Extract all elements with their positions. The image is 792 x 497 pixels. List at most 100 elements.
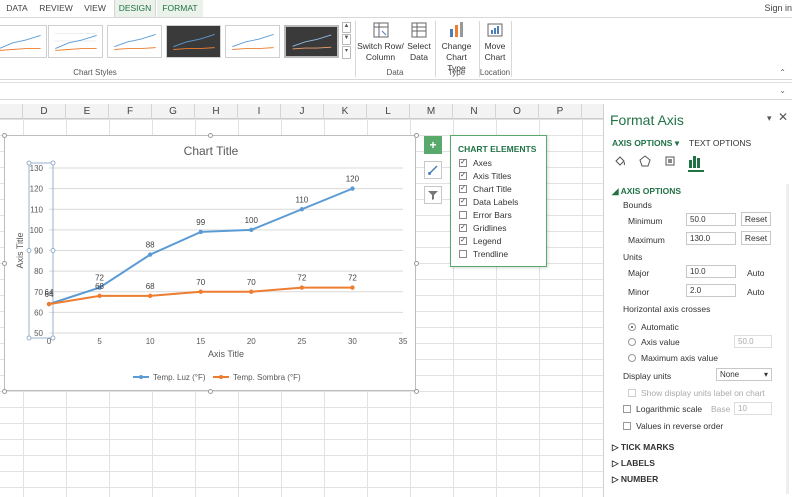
tab-review[interactable]: REVIEW — [36, 0, 76, 17]
checkbox-axis-titles[interactable]: ✓ — [459, 171, 467, 180]
chart-element-axes[interactable]: ✓ Axes — [459, 158, 492, 170]
tab-design[interactable]: DESIGN — [114, 0, 156, 17]
chart-style-thumb-1[interactable] — [0, 25, 47, 58]
resize-handle[interactable] — [2, 261, 7, 266]
radio-button[interactable] — [628, 322, 636, 331]
chart-element-legend[interactable]: ✓ Legend — [459, 236, 501, 248]
chart-element-gridlines[interactable]: ✓ Gridlines — [459, 223, 507, 235]
y-tick-label: 120 — [30, 185, 44, 194]
show-display-units-checkbox[interactable]: Show display units label on chart — [628, 388, 765, 398]
chart-filters-button[interactable] — [424, 186, 442, 204]
radio-axis-value[interactable]: Axis value — [628, 337, 680, 347]
change-chart-type-button[interactable]: Change Chart Type — [436, 21, 477, 74]
resize-handle[interactable] — [2, 389, 7, 394]
column-header-g[interactable]: G — [152, 104, 195, 119]
radio-button[interactable] — [628, 353, 636, 362]
fill-line-icon[interactable] — [614, 155, 626, 167]
column-header-h[interactable]: H — [195, 104, 238, 119]
column-header-l[interactable]: L — [367, 104, 410, 119]
resize-handle[interactable] — [208, 389, 213, 394]
chart-element-data-labels[interactable]: ✓ Data Labels — [459, 197, 518, 209]
reverse-order-checkbox[interactable]: Values in reverse order — [623, 421, 723, 431]
styles-scroll-up-icon[interactable]: ▲ — [342, 22, 351, 33]
column-header-d[interactable]: D — [23, 104, 66, 119]
sign-in-link[interactable]: Sign in — [764, 0, 792, 17]
chart-styles-brush-button[interactable] — [424, 161, 442, 179]
resize-handle[interactable] — [414, 261, 419, 266]
radio-max-axis-value[interactable]: Maximum axis value — [628, 353, 718, 363]
formula-bar[interactable]: ⌄ — [0, 82, 792, 100]
pane-scrollbar[interactable] — [786, 184, 789, 494]
chart-elements-button[interactable]: + — [424, 136, 442, 154]
close-pane-icon[interactable]: ✕ — [778, 110, 788, 124]
resize-handle[interactable] — [208, 133, 213, 138]
styles-scroll-down-icon[interactable]: ▼ — [342, 34, 351, 45]
chart-style-thumb-2[interactable] — [48, 25, 103, 58]
effects-icon[interactable] — [639, 155, 651, 167]
chart-object[interactable]: Chart Title 50 60 70 80 90 100 110 120 130 0 5 10 15 2… — [4, 135, 416, 391]
chart-style-thumb-6[interactable] — [284, 25, 339, 58]
display-units-select[interactable]: None ▾ — [716, 368, 772, 381]
checkbox[interactable] — [623, 404, 631, 413]
column-header-f[interactable]: F — [109, 104, 152, 119]
resize-handle[interactable] — [414, 389, 419, 394]
section-axis-options[interactable]: ◢ AXIS OPTIONS — [612, 186, 681, 197]
size-properties-icon[interactable] — [664, 155, 676, 167]
column-header-e[interactable]: E — [66, 104, 109, 119]
column-header-j[interactable]: J — [281, 104, 324, 119]
radio-automatic[interactable]: Automatic — [628, 322, 679, 332]
log-scale-checkbox[interactable]: Logarithmic scale — [623, 404, 702, 414]
checkbox-gridlines[interactable]: ✓ — [459, 223, 467, 232]
column-header-i[interactable]: I — [238, 104, 281, 119]
resize-handle[interactable] — [414, 133, 419, 138]
checkbox-legend[interactable]: ✓ — [459, 236, 467, 245]
expand-formula-bar-icon[interactable]: ⌄ — [779, 86, 786, 95]
checkbox[interactable] — [628, 388, 636, 397]
column-header-p[interactable]: P — [539, 104, 582, 119]
chart-style-thumb-4[interactable] — [166, 25, 221, 58]
tab-view[interactable]: VIEW — [80, 0, 110, 17]
chart-element-axis-titles[interactable]: ✓ Axis Titles — [459, 171, 511, 183]
tab-data[interactable]: DATA — [0, 0, 34, 17]
chart-element-error-bars[interactable]: Error Bars — [459, 210, 512, 222]
move-chart-button[interactable]: Move Chart — [481, 21, 509, 63]
radio-button[interactable] — [628, 337, 636, 346]
axis-options-bar-chart-icon[interactable] — [688, 154, 702, 168]
checkbox-error-bars[interactable] — [459, 210, 467, 219]
column-header-m[interactable]: M — [410, 104, 453, 119]
column-header-o[interactable]: O — [496, 104, 539, 119]
tab-axis-options[interactable]: AXIS OPTIONS ▾ — [612, 138, 679, 149]
tab-text-options[interactable]: TEXT OPTIONS — [689, 138, 751, 148]
resize-handle[interactable] — [2, 133, 7, 138]
pane-options-dropdown-icon[interactable]: ▾ — [767, 113, 772, 124]
checkbox[interactable] — [623, 421, 631, 430]
section-tick-marks[interactable]: ▷ TICK MARKS — [612, 442, 674, 453]
axis-value-input[interactable]: 50.0 — [734, 335, 772, 348]
column-header-n[interactable]: N — [453, 104, 496, 119]
maximum-reset-button[interactable]: Reset — [741, 231, 771, 245]
chart-element-trendline[interactable]: Trendline — [459, 249, 508, 261]
checkbox-chart-title[interactable]: ✓ — [459, 184, 467, 193]
chart-element-chart-title[interactable]: ✓ Chart Title — [459, 184, 512, 196]
base-input[interactable]: 10 — [734, 402, 772, 415]
section-labels[interactable]: ▷ LABELS — [612, 458, 655, 469]
collapse-ribbon-icon[interactable]: ⌃ — [779, 68, 786, 77]
styles-more-icon[interactable]: ▾ — [342, 46, 351, 59]
select-data-button[interactable]: Select Data — [405, 21, 433, 63]
column-header-prev[interactable] — [0, 104, 23, 119]
maximum-input[interactable]: 130.0 — [686, 232, 736, 245]
switch-row-column-button[interactable]: Switch Row/ Column — [357, 21, 404, 63]
tab-format[interactable]: FORMAT — [157, 0, 203, 17]
minimum-reset-button[interactable]: Reset — [741, 212, 771, 226]
checkbox-data-labels[interactable]: ✓ — [459, 197, 467, 206]
checkbox-trendline[interactable] — [459, 249, 467, 258]
chart-style-thumb-3[interactable] — [107, 25, 162, 58]
line-chart[interactable]: Chart Title50607080901001101201300 5 10 15 2… — [5, 136, 417, 392]
column-header-k[interactable]: K — [324, 104, 367, 119]
major-input[interactable]: 10.0 — [686, 265, 736, 278]
minimum-input[interactable]: 50.0 — [686, 213, 736, 226]
section-number[interactable]: ▷ NUMBER — [612, 474, 658, 485]
checkbox-axes[interactable]: ✓ — [459, 158, 467, 167]
chart-style-thumb-5[interactable] — [225, 25, 280, 58]
minor-input[interactable]: 2.0 — [686, 284, 736, 297]
